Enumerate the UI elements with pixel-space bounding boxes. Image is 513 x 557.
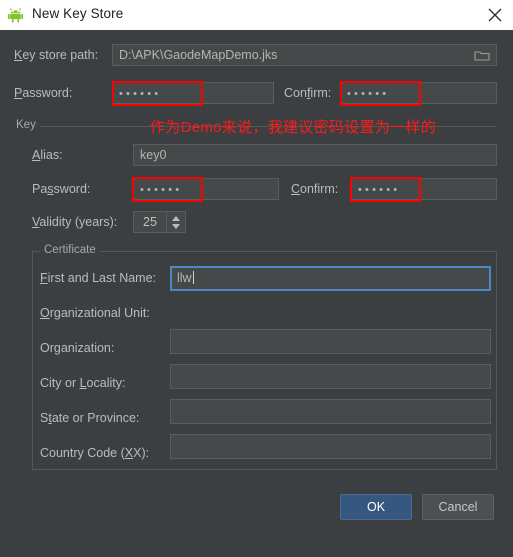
android-robot-icon [8, 8, 26, 23]
title-bar: New Key Store [0, 0, 513, 31]
alias-label: Alias: [32, 148, 63, 162]
validity-stepper[interactable]: 25 [133, 211, 186, 233]
organizational-unit-label: Organizational Unit: [40, 306, 150, 320]
key-store-path-label: Key store path: [14, 48, 99, 62]
validity-value: 25 [143, 215, 157, 229]
key-store-path-value: D:\APK\GaodeMapDemo.jks [119, 48, 278, 62]
ok-button-label: OK [366, 500, 386, 514]
close-icon[interactable] [485, 6, 505, 24]
key-store-confirm-input[interactable]: •••••• [340, 82, 497, 104]
folder-icon[interactable] [474, 49, 490, 62]
key-group-legend: Key [12, 119, 40, 131]
key-password-input[interactable]: •••••• [133, 178, 279, 200]
annotation-note: 作为Demo来说，我建议密码设置为一样的 [150, 119, 437, 136]
chevron-down-icon[interactable] [172, 224, 180, 229]
key-store-password-input[interactable]: •••••• [112, 82, 274, 104]
certificate-group-legend: Certificate [40, 244, 100, 256]
key-password-label: Password: [32, 182, 91, 196]
city-or-locality-label: City or Locality: [40, 376, 126, 390]
cancel-button[interactable]: Cancel [422, 494, 494, 520]
dialog-content: Key store path: D:\APK\GaodeMapDemo.jks … [0, 30, 513, 557]
new-key-store-dialog: New Key Store Key store path: D:\APK\Gao… [0, 0, 513, 557]
ok-button[interactable]: OK [340, 494, 412, 520]
organization-label: Organization: [40, 341, 115, 355]
key-store-confirm-value: •••••• [347, 88, 390, 100]
organization-input[interactable] [170, 364, 491, 389]
key-store-password-label: Password: [14, 86, 73, 100]
key-password-value: •••••• [140, 184, 183, 196]
key-store-path-input[interactable]: D:\APK\GaodeMapDemo.jks [112, 44, 497, 66]
key-store-confirm-label: Confirm: [284, 86, 332, 100]
cancel-button-label: Cancel [438, 500, 478, 514]
country-code-label: Country Code (XX): [40, 446, 150, 460]
city-or-locality-input[interactable] [170, 399, 491, 424]
alias-value: key0 [140, 148, 167, 162]
window-title: New Key Store [32, 6, 124, 21]
key-confirm-input[interactable]: •••••• [351, 178, 497, 200]
organizational-unit-input[interactable] [170, 329, 491, 354]
alias-input[interactable]: key0 [133, 144, 497, 166]
validity-spinner-arrows[interactable] [166, 212, 185, 232]
text-caret [192, 271, 194, 284]
first-and-last-name-value: llw [177, 271, 192, 285]
chevron-up-icon[interactable] [172, 216, 180, 221]
state-or-province-label: State or Province: [40, 411, 140, 425]
key-confirm-value: •••••• [358, 184, 401, 196]
validity-label: Validity (years): [32, 215, 118, 229]
first-and-last-name-label: First and Last Name: [40, 271, 157, 285]
first-and-last-name-input[interactable]: llw [170, 266, 491, 291]
key-store-password-value: •••••• [119, 88, 162, 100]
key-confirm-label: Confirm: [291, 182, 339, 196]
state-or-province-input[interactable] [170, 434, 491, 459]
